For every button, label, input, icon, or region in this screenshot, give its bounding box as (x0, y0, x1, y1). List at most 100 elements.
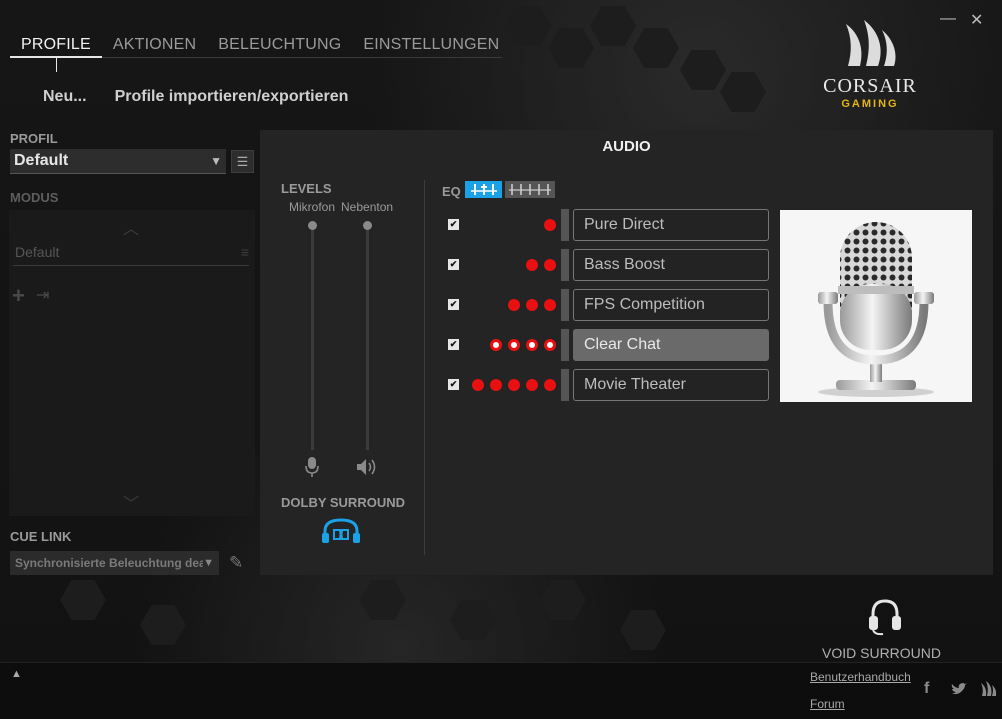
preset-level-dots (472, 379, 556, 391)
preset-row-marker (561, 289, 569, 321)
sidetone-level-slider[interactable] (366, 226, 369, 450)
eq-sliders-icon (470, 184, 497, 195)
sidetone-level-knob[interactable] (363, 221, 372, 230)
cue-link-label: CUE LINK (10, 529, 72, 544)
audio-title: AUDIO (602, 138, 651, 155)
eq-label: EQ (442, 184, 461, 199)
minimize-button[interactable]: — (940, 10, 956, 28)
twitter-icon[interactable] (950, 682, 968, 696)
profile-actions: Neu... Profile importieren/exportieren (43, 88, 348, 106)
microphone-image-icon (818, 222, 934, 397)
preset-movie-theater-button[interactable]: Movie Theater (573, 369, 769, 401)
preset-fps-competition-button[interactable]: FPS Competition (573, 289, 769, 321)
tab-lighting[interactable]: BELEUCHTUNG (207, 36, 352, 54)
level-dot (490, 339, 502, 351)
audio-divider (424, 180, 425, 555)
user-manual-link[interactable]: Benutzerhandbuch (810, 670, 911, 684)
chevron-down-icon: ▼ (210, 154, 222, 168)
chevron-down-icon[interactable]: ﹀ (123, 490, 139, 514)
level-dot (472, 379, 484, 391)
audio-panel: AUDIO LEVELS Mikrofon Nebenton DOLBY SUR… (260, 130, 993, 575)
tab-profile[interactable]: PROFILE (10, 36, 102, 54)
preset-clear-chat-button[interactable]: Clear Chat (573, 329, 769, 361)
mode-list-item[interactable]: Default ≡ (13, 244, 249, 266)
chevron-down-icon: ▼ (203, 557, 214, 569)
level-dot (544, 259, 556, 271)
preset-checkbox[interactable]: ✔ (448, 299, 459, 310)
level-dot (544, 379, 556, 391)
mode-item-label: Default (15, 244, 60, 260)
level-dot (544, 299, 556, 311)
preset-row: ✔ FPS Competition (446, 289, 769, 321)
dolby-surround-label: DOLBY SURROUND (281, 495, 405, 510)
corsair-sails-small-icon[interactable] (978, 681, 998, 697)
preset-image (780, 210, 972, 402)
eq-advanced-toggle[interactable] (505, 181, 555, 198)
level-dot (508, 379, 520, 391)
level-dot (526, 379, 538, 391)
cue-link-value: Synchronisierte Beleuchtung dea (15, 556, 204, 570)
preset-row: ✔ Bass Boost (446, 249, 769, 281)
preset-row-marker (561, 369, 569, 401)
chevron-up-icon[interactable]: ︿ (123, 215, 139, 239)
preset-row: ✔ Pure Direct (446, 209, 769, 241)
mic-level-knob[interactable] (308, 221, 317, 230)
profile-menu-button[interactable]: ☰ (231, 150, 254, 173)
preset-row: ✔ Movie Theater (446, 369, 769, 401)
device-name-label: VOID SURROUND (822, 645, 942, 661)
new-profile-button[interactable]: Neu... (43, 88, 87, 106)
level-dot (490, 379, 502, 391)
level-dot (508, 299, 520, 311)
profile-label: PROFIL (10, 131, 58, 146)
preset-level-dots (526, 259, 556, 271)
profile-select-value: Default (14, 152, 69, 169)
sidetone-level-label: Nebenton (341, 200, 394, 214)
preset-bass-boost-button[interactable]: Bass Boost (573, 249, 769, 281)
level-dot (526, 339, 538, 351)
logo-sub-text: GAMING (841, 98, 899, 110)
import-mode-icon[interactable]: ⇥ (36, 285, 49, 305)
add-mode-icon[interactable]: + (12, 283, 25, 309)
pencil-icon[interactable]: ✎ (229, 553, 243, 573)
corsair-sails-icon (846, 20, 896, 66)
dolby-headphones-icon[interactable] (320, 517, 362, 545)
preset-row-marker (561, 249, 569, 281)
preset-level-dots (544, 219, 556, 231)
preset-level-dots (508, 299, 556, 311)
logo-brand-text: CORSAIR (823, 75, 917, 97)
main-tabs: PROFILE AKTIONEN BELEUCHTUNG EINSTELLUNG… (10, 36, 510, 54)
levels-label: LEVELS (281, 181, 332, 196)
preset-checkbox[interactable]: ✔ (448, 339, 459, 350)
speaker-icon (357, 459, 376, 475)
menu-icon: ☰ (236, 154, 249, 169)
eq-simple-toggle[interactable] (465, 181, 502, 198)
tab-settings[interactable]: EINSTELLUNGEN (352, 36, 510, 54)
profile-select[interactable]: Default ▼ (10, 149, 226, 174)
mic-level-slider[interactable] (311, 226, 314, 450)
preset-checkbox[interactable]: ✔ (448, 379, 459, 390)
level-dot (508, 339, 520, 351)
preset-checkbox[interactable]: ✔ (448, 219, 459, 230)
level-dot (526, 259, 538, 271)
microphone-icon (305, 457, 319, 477)
preset-row-marker (561, 329, 569, 361)
level-dot (544, 339, 556, 351)
close-button[interactable]: ✕ (970, 10, 983, 30)
mode-label: MODUS (10, 190, 59, 205)
expand-up-icon[interactable]: ▲ (11, 668, 22, 680)
level-dot (544, 219, 556, 231)
preset-row-marker (561, 209, 569, 241)
preset-pure-direct-button[interactable]: Pure Direct (573, 209, 769, 241)
import-export-button[interactable]: Profile importieren/exportieren (115, 88, 349, 106)
corsair-logo: CORSAIR GAMING (815, 18, 925, 110)
preset-checkbox[interactable]: ✔ (448, 259, 459, 270)
drag-handle-icon: ≡ (240, 244, 249, 260)
preset-level-dots (490, 339, 556, 351)
facebook-icon[interactable]: f (924, 680, 929, 698)
headset-icon[interactable] (865, 598, 905, 636)
tab-actions[interactable]: AKTIONEN (102, 36, 207, 54)
cue-link-select[interactable]: Synchronisierte Beleuchtung dea ▼ (10, 551, 219, 575)
level-dot (526, 299, 538, 311)
preset-row: ✔ Clear Chat (446, 329, 769, 361)
forum-link[interactable]: Forum (810, 697, 845, 711)
